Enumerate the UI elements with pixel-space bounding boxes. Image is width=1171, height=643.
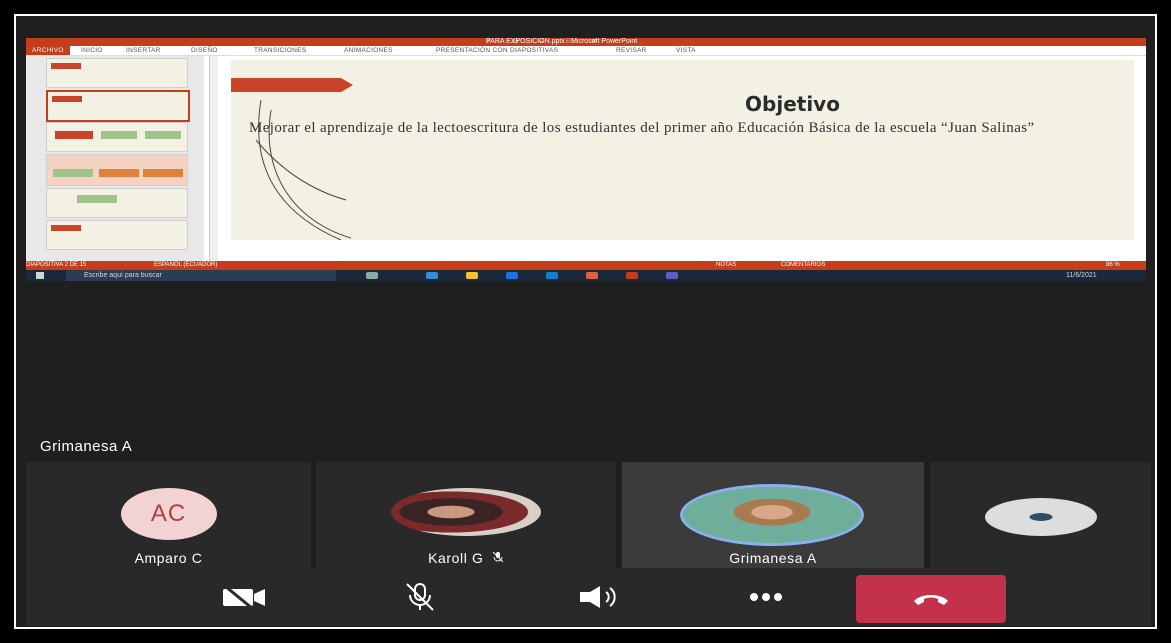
edge-icon[interactable] xyxy=(426,272,438,279)
avatar xyxy=(984,498,1097,536)
ppt-title-bar: PARA EXPOSICION.pptx - Microsoft PowerPo… xyxy=(26,38,1146,46)
participant-label: Karoll G xyxy=(316,550,616,566)
ribbon-tab-design[interactable]: DISEÑO xyxy=(191,46,218,55)
meeting-window: PARA EXPOSICION.pptx - Microsoft PowerPo… xyxy=(14,14,1157,629)
thumb-accent xyxy=(51,225,81,231)
store-icon[interactable] xyxy=(506,272,518,279)
slide-arrow-decoration xyxy=(231,78,353,92)
language-indicator: ESPAÑOL (ECUADOR) xyxy=(154,262,218,268)
ppt-status-bar: DIAPOSITIVA 2 DE 15 ESPAÑOL (ECUADOR) NO… xyxy=(26,261,1146,270)
comments-button[interactable]: COMENTARIOS xyxy=(781,261,825,270)
ribbon-tab-slideshow[interactable]: PRESENTACIÓN CON DIAPOSITIVAS xyxy=(436,46,558,55)
windows-taskbar: Escribe aquí para buscar 11/6/2021 xyxy=(26,270,1146,281)
participant-tile-speaking[interactable]: Grimanesa A xyxy=(622,462,924,572)
thumb-block xyxy=(99,169,139,177)
thumbnail-scrollbar[interactable] xyxy=(209,56,218,261)
windows-start-icon[interactable] xyxy=(36,272,44,279)
ribbon-tab-review[interactable]: REVISAR xyxy=(616,46,647,55)
participant-name: Amparo C xyxy=(134,550,203,566)
slide-thumbnails xyxy=(26,56,204,261)
participant-tile[interactable]: Karoll G xyxy=(316,462,616,572)
explorer-icon[interactable] xyxy=(466,272,478,279)
call-controls xyxy=(26,568,1151,626)
participant-tile[interactable] xyxy=(930,462,1151,572)
slide-body-text: Mejorar el aprendizaje de la lectoescrit… xyxy=(249,120,1035,136)
chrome-icon[interactable] xyxy=(586,272,598,279)
mic-off-icon xyxy=(406,583,434,611)
slide-thumbnail-selected[interactable] xyxy=(46,90,190,122)
ribbon-tab-file[interactable]: ARCHIVO xyxy=(26,46,70,55)
avatar xyxy=(391,488,541,536)
hang-up-icon xyxy=(914,595,948,605)
camera-off-icon xyxy=(223,584,265,610)
more-options-button[interactable] xyxy=(736,578,796,616)
window-controls: ? ▭ – □ × xyxy=(486,38,607,45)
slide-thumbnail[interactable] xyxy=(46,154,188,186)
thumb-block xyxy=(55,131,93,139)
task-view-icon[interactable] xyxy=(366,272,378,279)
ribbon-tab-view[interactable]: VISTA xyxy=(676,46,696,55)
mic-off-button[interactable] xyxy=(391,578,451,616)
more-icon xyxy=(750,593,782,601)
shared-screen: PARA EXPOSICION.pptx - Microsoft PowerPo… xyxy=(26,38,1146,281)
powerpoint-icon[interactable] xyxy=(626,272,638,279)
ribbon-tab-transitions[interactable]: TRANSICIONES xyxy=(254,46,306,55)
participant-name: Grimanesa A xyxy=(729,550,817,566)
ribbon-tab-insert[interactable]: INSERTAR xyxy=(126,46,161,55)
thumb-block xyxy=(77,195,117,203)
slide-thumbnail[interactable] xyxy=(46,220,188,250)
zoom-level[interactable]: 86 % xyxy=(1106,261,1120,270)
slide-canvas: Objetivo Mejorar el aprendizaje de la le… xyxy=(231,60,1134,240)
active-speaker-name: Grimanesa A xyxy=(40,438,133,455)
speaker-icon xyxy=(580,586,616,608)
slide-thumbnail[interactable] xyxy=(46,122,188,152)
slide-title: Objetivo xyxy=(745,92,840,116)
participant-name: Karoll G xyxy=(428,550,484,566)
thumb-block xyxy=(143,169,183,177)
thumb-block xyxy=(145,131,181,139)
notes-button[interactable]: NOTAS xyxy=(716,261,736,270)
thumb-block xyxy=(53,169,93,177)
thumb-accent xyxy=(52,96,82,102)
slide-counter: DIAPOSITIVA 2 DE 15 xyxy=(26,262,87,268)
thumb-block xyxy=(101,131,137,139)
participant-tile[interactable]: AC Amparo C xyxy=(26,462,311,572)
speaker-button[interactable] xyxy=(571,578,631,616)
ribbon-tab-animations[interactable]: ANIMACIONES xyxy=(344,46,393,55)
taskbar-date: 11/6/2021 xyxy=(1066,272,1097,279)
avatar: AC xyxy=(120,488,217,540)
mail-icon[interactable] xyxy=(546,272,558,279)
slide-thumbnail[interactable] xyxy=(46,58,188,88)
ppt-ribbon: ARCHIVO INICIO INSERTAR DISEÑO TRANSICIO… xyxy=(26,46,1146,56)
mic-off-icon xyxy=(492,551,504,566)
teams-icon[interactable] xyxy=(666,272,678,279)
slide-thumbnail[interactable] xyxy=(46,188,188,218)
taskbar-search[interactable]: Escribe aquí para buscar xyxy=(66,270,336,281)
hang-up-button[interactable] xyxy=(856,575,1006,623)
thumb-accent xyxy=(51,63,81,69)
camera-off-button[interactable] xyxy=(221,578,281,616)
ribbon-tab-home[interactable]: INICIO xyxy=(81,46,103,55)
avatar xyxy=(680,484,864,546)
